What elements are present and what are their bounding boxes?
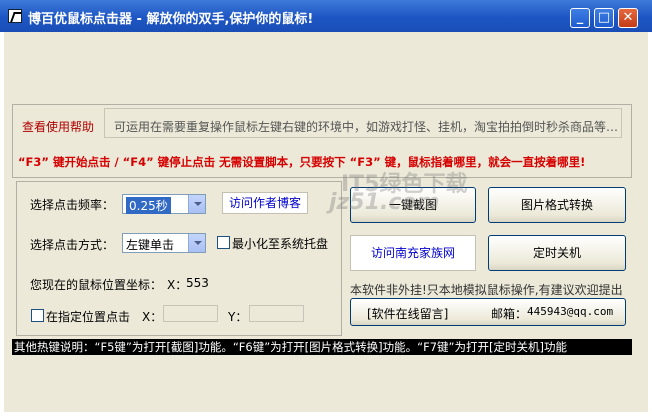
status-bar: 其他热键说明：“F5键”为打开[截图]功能。“F6键”为打开[图片格式转换]功能… (12, 339, 632, 355)
freq-select[interactable]: 0.25秒 (122, 194, 206, 214)
notice-text: 本软件非外挂!只本地模拟鼠标操作,有建议欢迎提出 (350, 283, 623, 297)
chevron-down-icon[interactable] (188, 195, 205, 213)
minimize-tray-label: 最小化至系统托盘 (232, 237, 329, 251)
image-convert-button[interactable]: 图片格式转换 (488, 187, 626, 223)
window-title: 博百优鼠标点击器 - 解放你的双手,保护你的鼠标! (28, 12, 314, 27)
mode-select[interactable]: 左键单击 (122, 233, 206, 253)
description-text: 可运用在需要重复操作鼠标左键右键的环境中，如游戏打怪、挂机，淘宝拍拍倒时秒杀商品… (114, 120, 618, 134)
fixed-position-checkbox[interactable] (31, 309, 44, 322)
author-blog-button[interactable]: 访问作者博客 (222, 192, 308, 214)
freq-value: 0.25秒 (126, 197, 171, 214)
visit-site-button[interactable]: 访问南充家族网 (350, 235, 476, 271)
minimize-button[interactable]: _ (570, 8, 590, 28)
y-field[interactable] (249, 305, 304, 322)
close-button[interactable]: ✕ (618, 8, 638, 28)
mode-value: 左键单击 (126, 238, 175, 252)
position-label: 您现在的鼠标位置坐标： (30, 278, 163, 292)
mode-label: 选择点击方式： (30, 238, 115, 252)
position-x-label: X： (167, 278, 188, 292)
feedback-label: [软件在线留言] (367, 307, 449, 321)
minimize-tray-checkbox[interactable] (217, 236, 230, 249)
position-x-value: 553 (186, 276, 209, 290)
hotkey-line: “F3” 键开始点击 / “F4” 键停止点击 无需设置脚本，只要按下 “F3”… (18, 155, 586, 169)
title-bar[interactable]: 博百优鼠标点击器 - 解放你的双手,保护你的鼠标! _ □ ✕ (0, 0, 652, 32)
feedback-button[interactable]: [软件在线留言] 邮箱： 445943@qq.com (350, 298, 626, 326)
shutdown-button[interactable]: 定时关机 (488, 235, 626, 271)
app-icon (8, 9, 22, 23)
help-link[interactable]: 查看使用帮助 (22, 118, 94, 135)
screenshot-button[interactable]: 一键截图 (350, 187, 476, 223)
fixed-position-label: 在指定位置点击 (46, 310, 131, 324)
email-value: 445943@qq.com (527, 305, 614, 318)
maximize-button[interactable]: □ (594, 8, 614, 28)
email-label: 邮箱： (491, 307, 528, 321)
y-field-label: Y： (228, 310, 248, 324)
x-field-label: X： (142, 310, 163, 324)
x-field[interactable] (163, 305, 218, 322)
chevron-down-icon[interactable] (188, 234, 205, 252)
freq-label: 选择点击频率： (30, 198, 115, 212)
